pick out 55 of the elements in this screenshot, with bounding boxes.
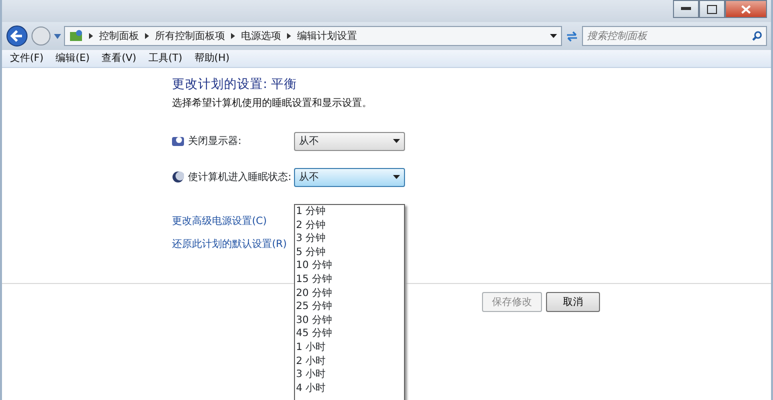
caret-icon [393,139,400,143]
page-description: 选择希望计算机使用的睡眠设置和显示设置。 [172,96,373,111]
control-panel-icon [69,29,83,43]
caret-icon [393,175,400,179]
menu-item[interactable]: 查看(V) [102,51,136,66]
dropdown-option[interactable]: 5 分钟 [295,246,404,260]
refresh-button[interactable] [565,29,579,43]
dropdown-option[interactable]: 10 分钟 [295,259,404,273]
dialog-button[interactable]: 取消 [546,292,600,312]
select-dropdown[interactable]: 从不 [294,168,405,186]
search-icon [752,31,762,41]
breadcrumb-item[interactable]: 编辑计划设置 [297,28,357,44]
dropdown-option[interactable]: 15 分钟 [295,272,404,287]
dropdown-option[interactable]: 3 分钟 [295,232,404,246]
monitor-clock-icon [172,135,184,147]
back-button[interactable] [6,25,28,47]
dropdown-list[interactable]: 1 分钟 2 分钟 3 分钟 5 分钟 10 分钟 15 分钟 20 分钟 25 分钟 30 分钟 45 分钟 1 小时 2 小时 3 小时 4 小时 [294,204,405,400]
breadcrumb-item[interactable]: 电源选项 [241,28,281,44]
setting-label: 使计算机进入睡眠状态: [188,170,292,184]
dropdown-option[interactable]: 25 分钟 [295,300,404,314]
history-dropdown-icon[interactable] [54,34,61,38]
close-icon [741,4,751,14]
search-field[interactable]: 搜索控制面板 [582,26,767,46]
breadcrumb-item[interactable]: 所有控制面板项 [155,28,225,44]
dropdown-option[interactable]: 2 小时 [295,354,404,368]
maximize-button[interactable] [699,0,725,18]
dropdown-option[interactable]: 45 分钟 [295,327,404,341]
settings-link[interactable]: 更改高级电源设置(C) [172,214,267,229]
breadcrumb-item[interactable]: 控制面板 [99,28,139,44]
menu-item[interactable]: 工具(T) [148,51,182,66]
dropdown-option[interactable]: 30 分钟 [295,314,404,328]
breadcrumb-arrow-icon [145,33,149,39]
menu-item[interactable]: 编辑(E) [56,51,90,66]
dropdown-option[interactable]: 20 分钟 [295,286,404,300]
menu-item[interactable]: 帮助(H) [194,51,230,66]
moon-icon [172,171,184,183]
dropdown-option[interactable]: 4 小时 [295,382,404,396]
close-button[interactable] [725,0,767,18]
address-bar[interactable]: 控制面板 所有控制面板项 电源选项 编辑计划设置 [64,26,562,46]
dropdown-option[interactable]: 2 分钟 [295,218,404,232]
dropdown-arrow-icon[interactable] [550,34,557,38]
breadcrumb-arrow-icon [89,33,93,39]
settings-link[interactable]: 还原此计划的默认设置(R) [172,237,287,252]
dropdown-option[interactable]: 1 小时 [295,340,404,355]
breadcrumb-arrow-icon [231,33,235,39]
maximize-icon [707,4,717,14]
minimize-icon [681,7,691,11]
select-dropdown[interactable]: 从不 [294,132,405,150]
dropdown-option[interactable]: 1 分钟 [295,205,404,219]
menu-item[interactable]: 文件(F) [10,51,44,66]
setting-label: 关闭显示器: [188,134,242,148]
dropdown-option[interactable]: 3 小时 [295,368,404,382]
minimize-button[interactable] [673,0,699,18]
breadcrumb-arrow-icon [287,33,291,39]
page-heading: 更改计划的设置: 平衡 [172,76,298,91]
